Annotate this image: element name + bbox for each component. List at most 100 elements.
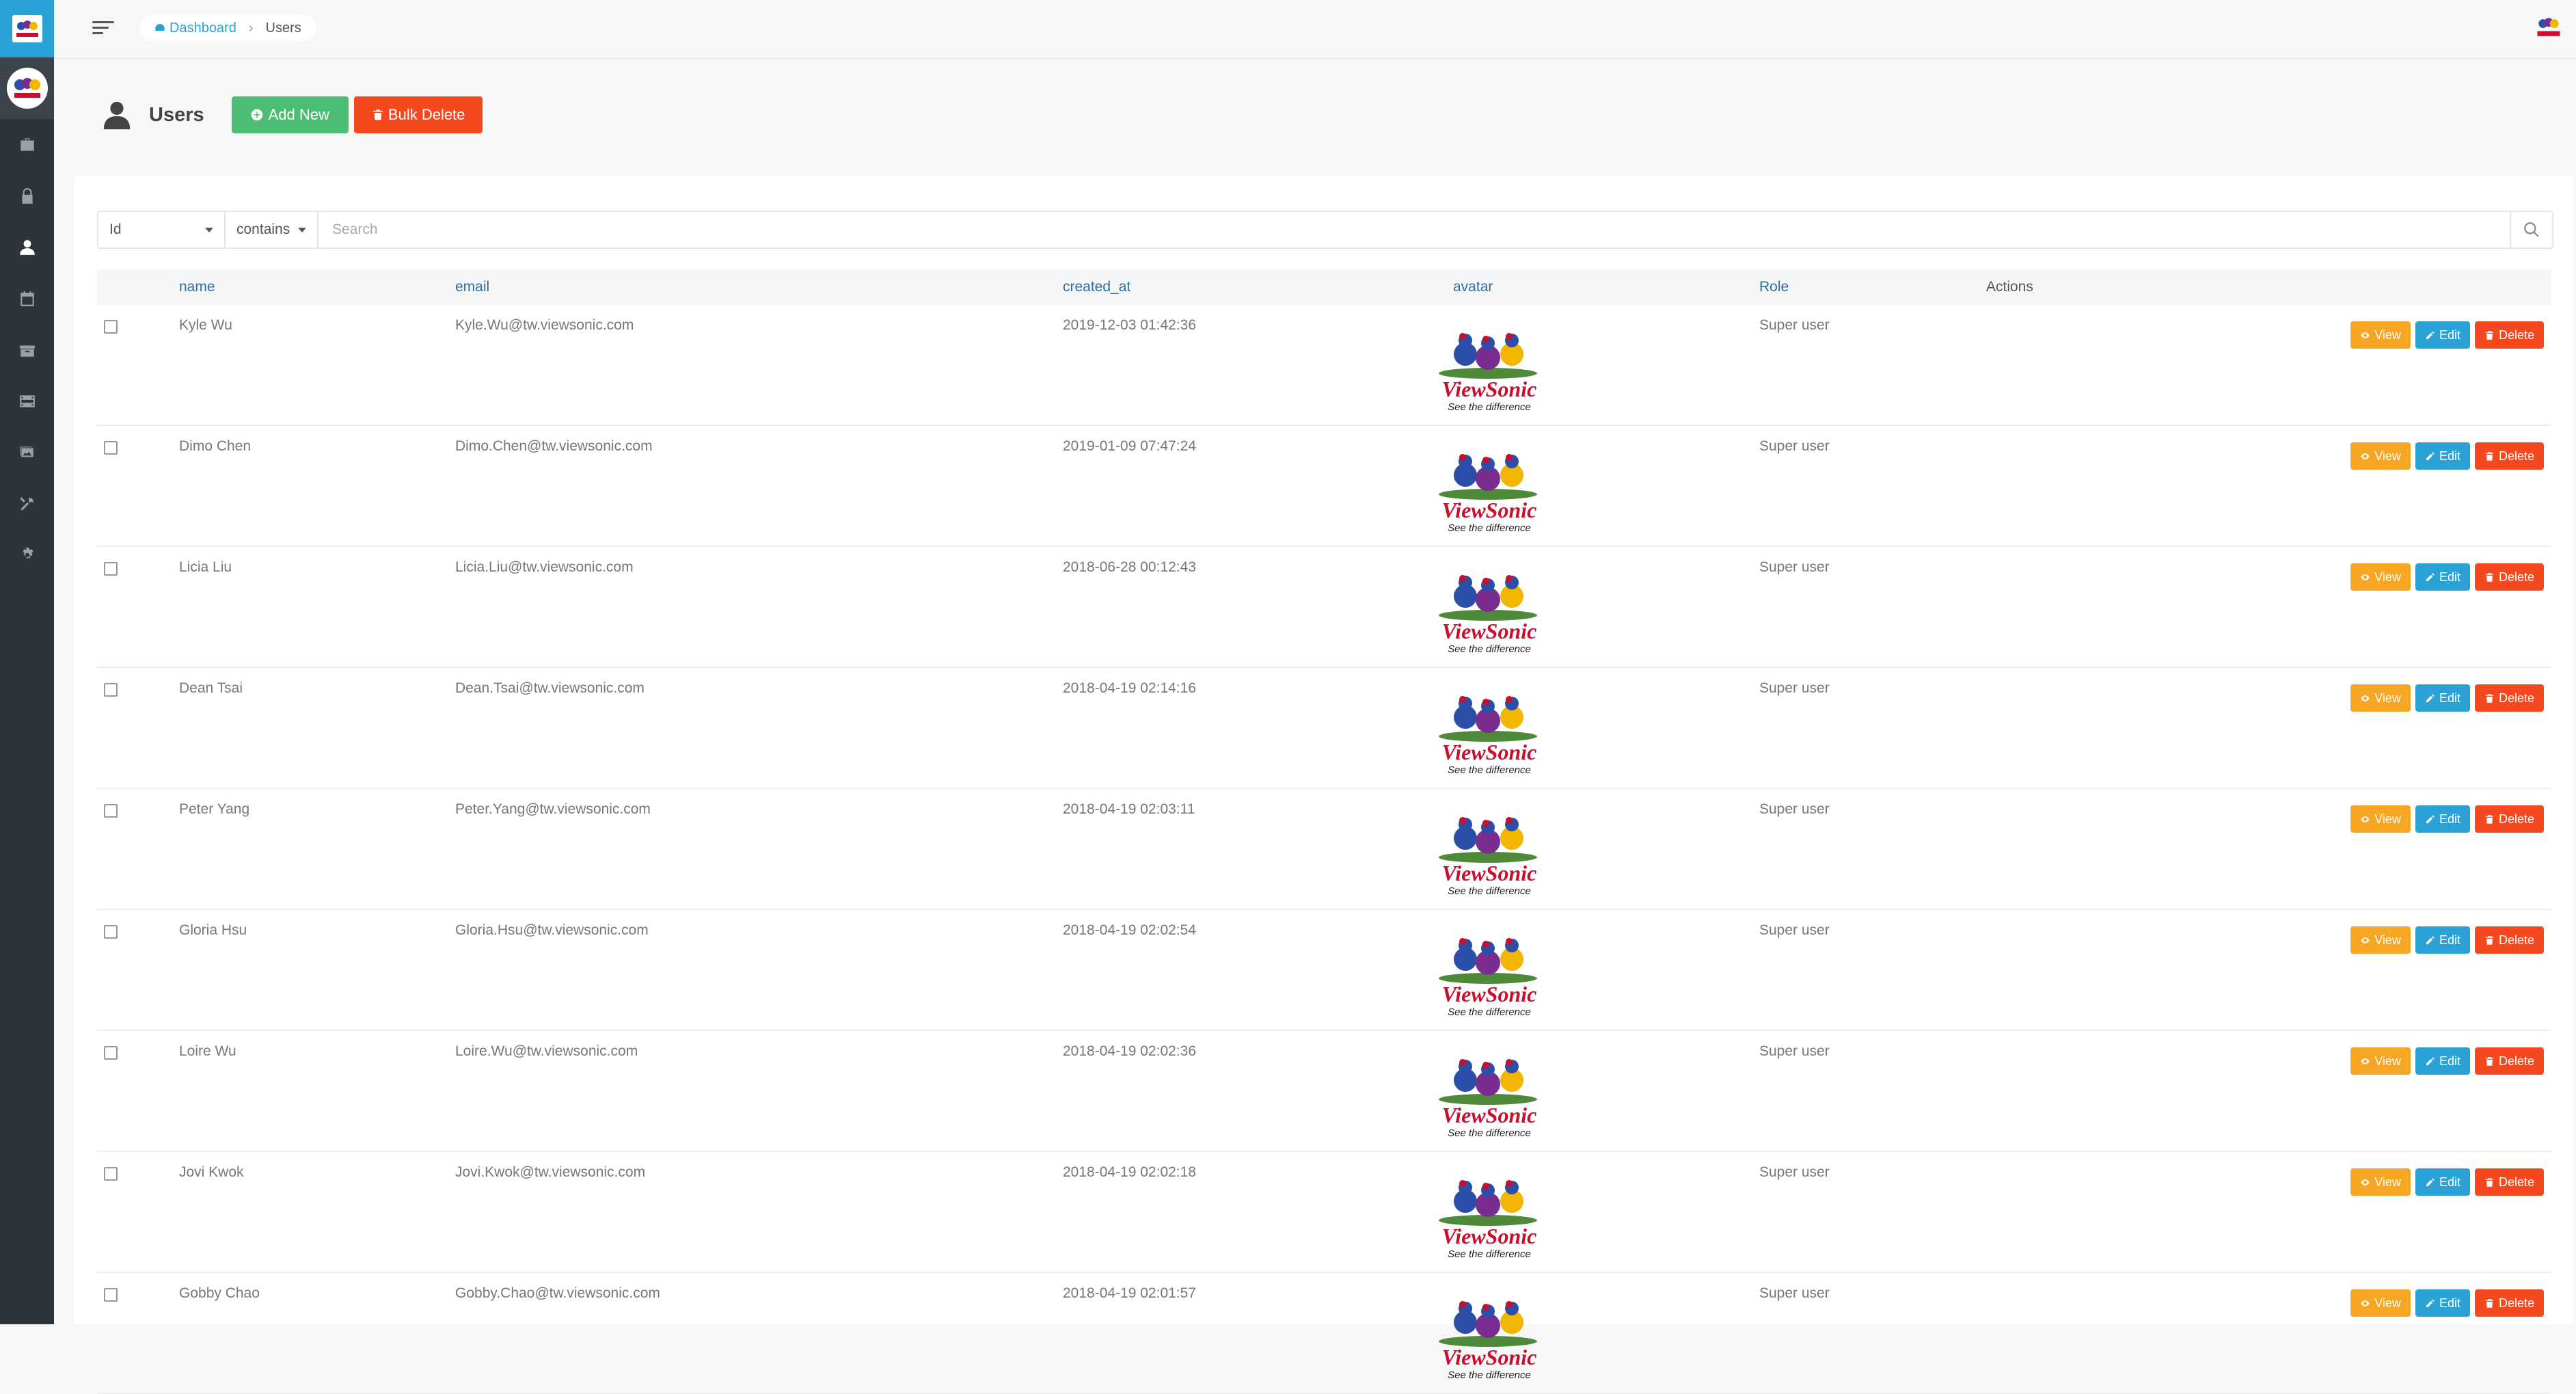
filter-operator-select[interactable]: contains — [226, 212, 318, 247]
view-button[interactable]: View — [2350, 684, 2411, 712]
header-email[interactable]: email — [455, 279, 489, 295]
view-button[interactable]: View — [2350, 563, 2411, 591]
edit-button[interactable]: Edit — [2415, 805, 2470, 833]
cell-name: Dimo Chen — [179, 438, 252, 454]
cell-name: Kyle Wu — [179, 317, 232, 333]
row-checkbox[interactable] — [104, 441, 118, 455]
avatar-tagline: See the difference — [1448, 643, 1531, 655]
sidebar-item-gallery[interactable] — [0, 427, 54, 478]
header-created-at[interactable]: created_at — [1063, 279, 1130, 295]
edit-icon — [2426, 1298, 2435, 1307]
row-checkbox[interactable] — [104, 804, 118, 818]
app-logo[interactable] — [0, 0, 54, 57]
sidebar-item-dashboard[interactable] — [0, 119, 54, 170]
filter-field-select[interactable]: Id — [98, 212, 226, 247]
delete-button[interactable]: Delete — [2474, 1047, 2544, 1075]
table-row: Peter Yang Peter.Yang@tw.viewsonic.com 2… — [97, 789, 2551, 910]
sidebar-item-calendar[interactable] — [0, 273, 54, 324]
caret-down-icon — [205, 227, 213, 232]
view-button[interactable]: View — [2350, 1047, 2411, 1075]
delete-button[interactable]: Delete — [2474, 563, 2544, 591]
cell-created-at: 2019-01-09 07:47:24 — [1063, 438, 1196, 454]
eye-icon — [2361, 937, 2370, 943]
header-avatar[interactable]: avatar — [1453, 279, 1493, 295]
bulk-delete-label: Bulk Delete — [388, 106, 465, 123]
search-input[interactable] — [318, 213, 2510, 246]
cell-created-at: 2019-12-03 01:42:36 — [1063, 317, 1196, 333]
view-button[interactable]: View — [2350, 1168, 2411, 1196]
sidebar-item-tools[interactable] — [0, 478, 54, 529]
edit-button[interactable]: Edit — [2415, 1047, 2470, 1075]
sidebar-item-security[interactable] — [0, 170, 54, 222]
header-name[interactable]: name — [179, 279, 215, 295]
cell-role: Super user — [1759, 317, 1830, 333]
bulk-delete-button[interactable]: Bulk Delete — [353, 96, 483, 133]
header-role[interactable]: Role — [1759, 279, 1789, 295]
cell-name: Gobby Chao — [179, 1285, 260, 1301]
view-button[interactable]: View — [2350, 1289, 2411, 1317]
delete-button[interactable]: Delete — [2474, 926, 2544, 954]
edit-icon — [2426, 1177, 2435, 1186]
avatar-brand: ViewSonic — [1442, 982, 1537, 1006]
search-button[interactable] — [2510, 212, 2552, 247]
eye-icon — [2361, 816, 2370, 822]
sidebar-item-media[interactable] — [0, 375, 54, 427]
delete-button[interactable]: Delete — [2474, 1289, 2544, 1317]
table-header: name email created_at avatar Role Action… — [97, 269, 2551, 305]
menu-toggle-button[interactable] — [92, 18, 114, 37]
row-checkbox[interactable] — [104, 1288, 118, 1302]
sidebar-item-inventory[interactable] — [0, 324, 54, 375]
row-actions: View Edit Delete — [2350, 321, 2544, 349]
view-button[interactable]: View — [2350, 321, 2411, 349]
sidebar-item-users[interactable] — [0, 222, 54, 273]
edit-button[interactable]: Edit — [2415, 563, 2470, 591]
search-icon — [2524, 222, 2539, 237]
sidebar — [0, 0, 54, 1324]
trash-icon — [2485, 935, 2494, 945]
edit-icon — [2426, 572, 2435, 581]
avatar-tagline: See the difference — [1448, 1369, 1531, 1381]
add-new-button[interactable]: Add New — [231, 96, 349, 133]
viewsonic-logo-icon[interactable] — [2534, 12, 2564, 42]
edit-button[interactable]: Edit — [2415, 684, 2470, 712]
delete-button[interactable]: Delete — [2474, 805, 2544, 833]
edit-button[interactable]: Edit — [2415, 926, 2470, 954]
avatar-brand: ViewSonic — [1442, 619, 1537, 643]
breadcrumb-current: Users — [265, 20, 301, 36]
avatar-brand: ViewSonic — [1442, 498, 1537, 522]
row-checkbox[interactable] — [104, 1167, 118, 1181]
avatar-image: ViewSonic See the difference — [1439, 1059, 1537, 1139]
user-icon — [103, 101, 131, 130]
avatar-image: ViewSonic See the difference — [1439, 575, 1537, 655]
row-checkbox[interactable] — [104, 320, 118, 334]
eye-icon — [2361, 332, 2370, 338]
cell-name: Gloria Hsu — [179, 922, 247, 938]
cell-role: Super user — [1759, 1285, 1830, 1301]
avatar-brand: ViewSonic — [1442, 1224, 1537, 1248]
delete-button[interactable]: Delete — [2474, 321, 2544, 349]
row-checkbox[interactable] — [104, 562, 118, 576]
view-button[interactable]: View — [2350, 926, 2411, 954]
table-row: Dimo Chen Dimo.Chen@tw.viewsonic.com 201… — [97, 426, 2551, 547]
row-checkbox[interactable] — [104, 1046, 118, 1060]
cell-created-at: 2018-04-19 02:03:11 — [1063, 801, 1195, 817]
cell-role: Super user — [1759, 680, 1830, 696]
view-button[interactable]: View — [2350, 805, 2411, 833]
user-avatar[interactable] — [0, 57, 54, 119]
delete-button[interactable]: Delete — [2474, 442, 2544, 470]
row-checkbox[interactable] — [104, 683, 118, 697]
avatar-tagline: See the difference — [1448, 1127, 1531, 1139]
edit-button[interactable]: Edit — [2415, 1289, 2470, 1317]
delete-button[interactable]: Delete — [2474, 684, 2544, 712]
sidebar-item-settings[interactable] — [0, 529, 54, 580]
breadcrumb-dashboard-link[interactable]: Dashboard — [154, 21, 236, 36]
edit-button[interactable]: Edit — [2415, 321, 2470, 349]
edit-button[interactable]: Edit — [2415, 1168, 2470, 1196]
view-button[interactable]: View — [2350, 442, 2411, 470]
avatar-image: ViewSonic See the difference — [1439, 817, 1537, 897]
trash-icon — [2485, 451, 2494, 461]
cell-name: Jovi Kwok — [179, 1164, 244, 1180]
edit-button[interactable]: Edit — [2415, 442, 2470, 470]
delete-button[interactable]: Delete — [2474, 1168, 2544, 1196]
row-checkbox[interactable] — [104, 925, 118, 939]
